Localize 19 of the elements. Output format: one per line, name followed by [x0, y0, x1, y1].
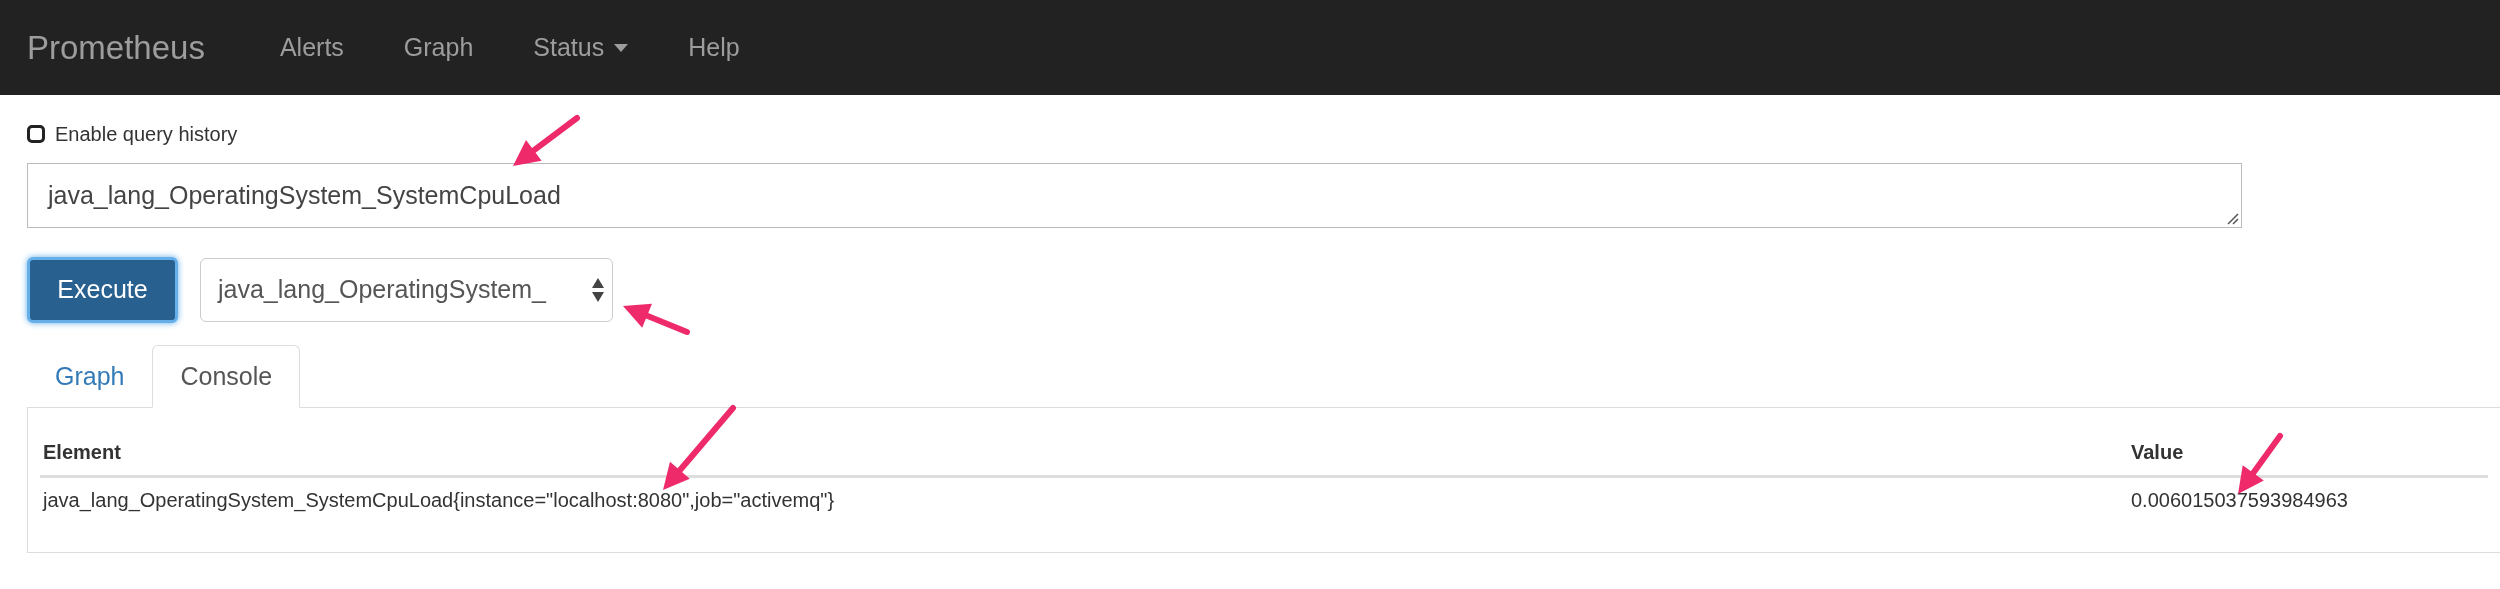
tab[interactable]: Graph [27, 345, 153, 408]
table-cell-text: 0.006015037593984963 [2131, 488, 2348, 513]
brand-link[interactable]: Prometheus [27, 22, 205, 73]
nav-link[interactable]: Alerts [249, 28, 374, 67]
metric-select[interactable]: java_lang_OperatingSystem_ [200, 258, 613, 322]
resize-handle-icon [2227, 213, 2239, 225]
tab[interactable]: Console [152, 345, 301, 408]
column-header: Value [2131, 439, 2184, 465]
caret-icon [614, 43, 629, 52]
query-textarea[interactable]: java_lang_OperatingSystem_SystemCpuLoad [27, 163, 2242, 228]
checkbox[interactable] [27, 125, 45, 143]
sort-arrows-icon [592, 278, 604, 302]
execute-button[interactable]: Execute [27, 257, 178, 323]
column-header: Element [42, 439, 122, 465]
checkbox-label: Enable query history [55, 122, 238, 147]
table-cell-text: java_lang_OperatingSystem_SystemCpuLoad{instance="localhost:8080",job="activemq"} [41, 488, 836, 514]
nav-link[interactable]: Status [503, 28, 659, 67]
nav-link[interactable]: Help [658, 28, 770, 67]
nav-link[interactable]: Graph [373, 28, 504, 67]
